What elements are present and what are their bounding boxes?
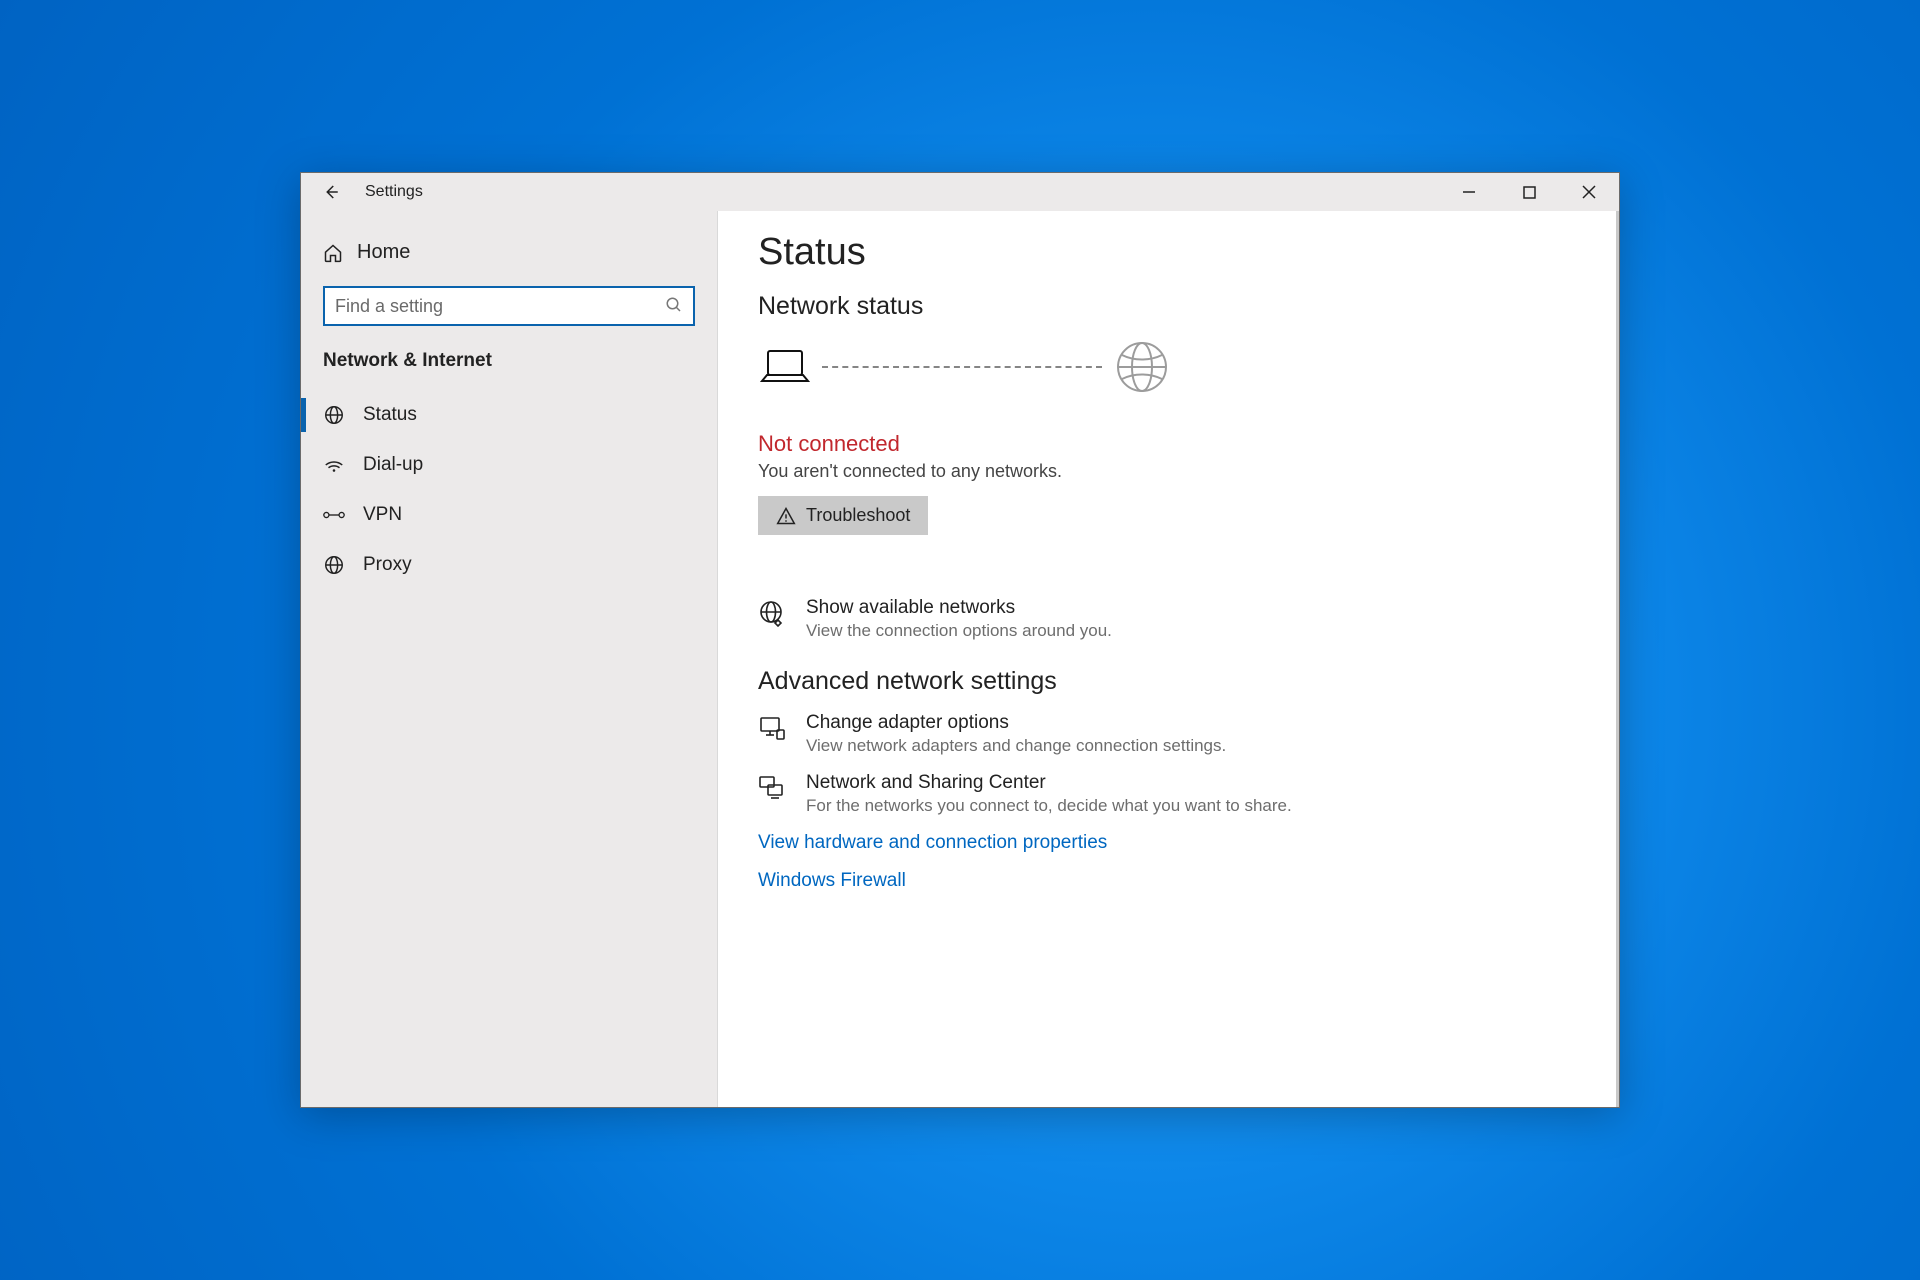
close-button[interactable]: [1559, 173, 1619, 211]
show-networks-title: Show available networks: [806, 597, 1112, 619]
sharing-title: Network and Sharing Center: [806, 772, 1292, 794]
scrollbar[interactable]: [1616, 211, 1619, 1107]
home-label: Home: [357, 241, 410, 264]
not-connected-desc: You aren't connected to any networks.: [758, 461, 1579, 482]
sharing-center-row[interactable]: Network and Sharing Center For the netwo…: [758, 772, 1579, 816]
sharing-center-icon: [758, 772, 788, 816]
troubleshoot-label: Troubleshoot: [806, 505, 910, 526]
nav-item-vpn[interactable]: VPN: [301, 490, 717, 540]
troubleshoot-button[interactable]: Troubleshoot: [758, 496, 928, 535]
search-icon: [665, 296, 683, 314]
adapter-desc: View network adapters and change connect…: [806, 736, 1226, 756]
not-connected-status: Not connected: [758, 431, 1579, 457]
category-heading: Network & Internet: [301, 344, 717, 376]
dialup-icon: [323, 456, 345, 474]
show-networks-desc: View the connection options around you.: [806, 621, 1112, 641]
nav-item-dialup[interactable]: Dial-up: [301, 440, 717, 490]
nav-item-label: Dial-up: [363, 454, 423, 476]
search-input[interactable]: [323, 286, 695, 326]
nav-item-label: Proxy: [363, 554, 412, 576]
maximize-icon: [1523, 186, 1536, 199]
sharing-desc: For the networks you connect to, decide …: [806, 796, 1292, 816]
back-button[interactable]: [311, 173, 351, 211]
vpn-icon: [323, 507, 345, 523]
minimize-icon: [1462, 185, 1476, 199]
back-arrow-icon: [322, 183, 340, 201]
laptop-icon: [760, 347, 810, 387]
proxy-globe-icon: [323, 554, 345, 576]
close-icon: [1582, 185, 1596, 199]
warning-icon: [776, 506, 796, 526]
window-controls: [1439, 173, 1619, 211]
home-icon: [323, 243, 343, 263]
firewall-link[interactable]: Windows Firewall: [758, 870, 1579, 892]
sidebar: Home Network & Internet Status Dial-: [301, 211, 717, 1107]
settings-window: Settings Home: [300, 172, 1620, 1108]
hardware-link[interactable]: View hardware and connection properties: [758, 832, 1579, 854]
nav-item-label: VPN: [363, 504, 402, 526]
minimize-button[interactable]: [1439, 173, 1499, 211]
page-title: Status: [758, 231, 1579, 274]
maximize-button[interactable]: [1499, 173, 1559, 211]
titlebar: Settings: [301, 173, 1619, 211]
adapter-options-row[interactable]: Change adapter options View network adap…: [758, 712, 1579, 756]
network-diagram: [760, 339, 1579, 395]
connection-line: [822, 366, 1102, 368]
show-networks-row[interactable]: Show available networks View the connect…: [758, 597, 1579, 641]
globe-icon: [1114, 339, 1170, 395]
adapter-icon: [758, 712, 788, 756]
globe-status-icon: [323, 404, 345, 426]
network-status-heading: Network status: [758, 292, 1579, 321]
advanced-heading: Advanced network settings: [758, 667, 1579, 696]
globe-network-icon: [758, 597, 788, 641]
content-pane: Status Network status Not connected You …: [717, 211, 1619, 1107]
window-title: Settings: [365, 183, 423, 201]
nav-item-proxy[interactable]: Proxy: [301, 540, 717, 590]
adapter-title: Change adapter options: [806, 712, 1226, 734]
nav-item-status[interactable]: Status: [301, 390, 717, 440]
home-nav[interactable]: Home: [301, 233, 717, 272]
nav-item-label: Status: [363, 404, 417, 426]
